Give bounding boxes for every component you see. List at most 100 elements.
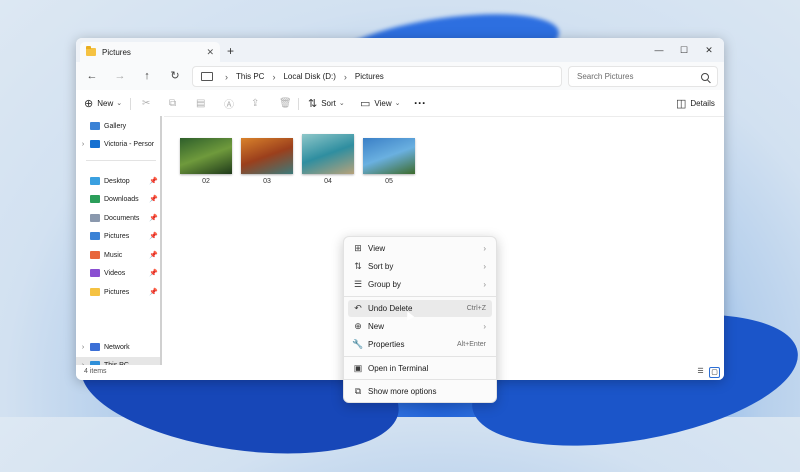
sidebar-item-music[interactable]: Music 📌 bbox=[76, 247, 160, 263]
item-count: 4 items bbox=[84, 368, 107, 375]
search-input[interactable]: Search Pictures bbox=[568, 66, 718, 87]
file-name: 05 bbox=[385, 178, 393, 185]
sidebar-item-gallery[interactable]: Gallery bbox=[76, 118, 160, 134]
back-icon[interactable]: ← bbox=[84, 68, 100, 84]
undo-icon: ↶ bbox=[354, 303, 362, 313]
new-tab-icon[interactable]: + bbox=[227, 44, 234, 58]
address-bar[interactable]: › This PC › Local Disk (D:) › Pictures bbox=[192, 66, 562, 87]
sidebar-item-desktop[interactable]: Desktop 📌 bbox=[76, 173, 160, 189]
menu-item-show-more-options[interactable]: ⧉ Show more options bbox=[348, 383, 492, 400]
menu-item-view[interactable]: ⊞ View › bbox=[348, 240, 492, 257]
gallery-icon bbox=[90, 122, 100, 130]
details-pane-icon: ◫ bbox=[676, 97, 687, 110]
sidebar-item-videos[interactable]: Videos 📌 bbox=[76, 265, 160, 281]
menu-item-new[interactable]: ⊕ New › bbox=[348, 318, 492, 335]
more-icon[interactable]: ··· bbox=[414, 95, 426, 111]
sort-icon: ⇅ bbox=[354, 261, 362, 271]
context-menu: ⊞ View › ⇅ Sort by › ☰ Group by › ↶ Undo… bbox=[343, 236, 497, 403]
sidebar-item-label: Gallery bbox=[104, 122, 127, 130]
menu-item-sort-by[interactable]: ⇅ Sort by › bbox=[348, 258, 492, 275]
paste-icon[interactable]: ▤ bbox=[196, 95, 205, 111]
tiles-view-icon[interactable]: ▢ bbox=[709, 367, 720, 378]
chevron-down-icon: ⌄ bbox=[116, 100, 123, 107]
folder-icon bbox=[86, 46, 96, 56]
sidebar-item-pictures-folder[interactable]: Pictures 📌 bbox=[76, 284, 160, 300]
divider bbox=[298, 98, 299, 110]
divider bbox=[86, 160, 156, 161]
menu-item-undo-delete[interactable]: ↶ Undo Delete Ctrl+Z bbox=[348, 300, 492, 317]
breadcrumb-local-disk[interactable]: Local Disk (D:) bbox=[283, 72, 335, 81]
file-name: 04 bbox=[324, 178, 332, 185]
chevron-right-icon[interactable]: › bbox=[76, 141, 90, 148]
breadcrumb-pictures[interactable]: Pictures bbox=[355, 72, 384, 81]
pin-icon: 📌 bbox=[149, 270, 158, 277]
view-button[interactable]: ▭ View ⌄ bbox=[360, 95, 400, 111]
pictures-icon bbox=[90, 232, 100, 240]
breadcrumb-this-pc[interactable]: This PC bbox=[236, 72, 264, 81]
details-view-icon[interactable]: ☰ bbox=[695, 367, 706, 378]
pin-icon: 📌 bbox=[149, 178, 158, 185]
chevron-down-icon: ⌄ bbox=[394, 100, 401, 107]
refresh-icon[interactable]: ↻ bbox=[167, 68, 183, 84]
sidebar-item-label: Videos bbox=[104, 269, 126, 277]
menu-item-group-by[interactable]: ☰ Group by › bbox=[348, 276, 492, 293]
sort-button[interactable]: ⇅ Sort ⌄ bbox=[308, 95, 345, 111]
sidebar-item-documents[interactable]: Documents 📌 bbox=[76, 210, 160, 226]
details-button[interactable]: ◫ Details bbox=[676, 95, 715, 111]
new-button[interactable]: ⊕ New ⌄ bbox=[84, 95, 122, 111]
sidebar-scrollbar[interactable] bbox=[160, 116, 162, 366]
rename-icon[interactable]: Ⓐ bbox=[224, 95, 234, 111]
sidebar-item-label: Downloads bbox=[104, 195, 139, 203]
terminal-icon: ▣ bbox=[353, 363, 363, 373]
pc-icon bbox=[201, 72, 213, 81]
share-icon[interactable]: ⇪ bbox=[251, 95, 259, 111]
music-icon bbox=[90, 251, 100, 259]
navigation-pane: Gallery › Victoria - Persor Desktop 📌 Do… bbox=[76, 116, 164, 373]
grid-icon: ⊞ bbox=[354, 243, 362, 253]
sidebar-item-network[interactable]: › Network bbox=[76, 339, 160, 355]
menu-item-label: View bbox=[368, 244, 386, 253]
sidebar-item-label: Victoria - Persor bbox=[104, 140, 155, 148]
menu-item-label: New bbox=[368, 322, 385, 331]
maximize-icon[interactable]: ☐ bbox=[673, 41, 695, 59]
sidebar-item-onedrive[interactable]: › Victoria - Persor bbox=[76, 136, 160, 152]
chevron-down-icon: ⌄ bbox=[338, 100, 345, 107]
menu-item-open-in-terminal[interactable]: ▣ Open in Terminal bbox=[348, 360, 492, 377]
document-icon bbox=[90, 214, 100, 222]
cut-icon[interactable]: ✂ bbox=[142, 95, 150, 111]
group-icon: ☰ bbox=[353, 279, 363, 289]
tab-pictures[interactable]: Pictures ✕ bbox=[80, 42, 220, 62]
pin-icon: 📌 bbox=[149, 233, 158, 240]
image-thumbnail bbox=[302, 134, 354, 174]
tab-label: Pictures bbox=[102, 47, 131, 57]
sidebar-item-label: Pictures bbox=[104, 232, 130, 240]
menu-item-properties[interactable]: 🔧 Properties Alt+Enter bbox=[348, 336, 492, 353]
search-icon bbox=[701, 72, 709, 81]
new-icon: ⊕ bbox=[354, 321, 362, 331]
title-bar: Pictures ✕ + — ☐ ✕ bbox=[76, 38, 724, 62]
chevron-right-icon: › bbox=[483, 244, 486, 253]
divider bbox=[344, 296, 496, 297]
copy-icon[interactable]: ⧉ bbox=[169, 95, 176, 111]
command-bar: ⊕ New ⌄ ✂ ⧉ ▤ Ⓐ ⇪ 🗑 ⇅ Sort ⌄ ▭ View ⌄ ··… bbox=[76, 90, 724, 117]
download-icon bbox=[90, 195, 100, 203]
delete-icon[interactable]: 🗑 bbox=[279, 95, 292, 111]
close-tab-icon[interactable]: ✕ bbox=[206, 47, 214, 58]
network-icon bbox=[90, 343, 100, 351]
view-label: View bbox=[374, 98, 392, 108]
close-window-icon[interactable]: ✕ bbox=[698, 41, 720, 59]
image-thumbnail bbox=[241, 138, 293, 174]
up-icon[interactable]: ↑ bbox=[139, 68, 155, 84]
sort-label: Sort bbox=[321, 98, 336, 108]
sidebar-item-pictures[interactable]: Pictures 📌 bbox=[76, 228, 160, 244]
sidebar-item-downloads[interactable]: Downloads 📌 bbox=[76, 191, 160, 207]
cloud-icon bbox=[90, 140, 100, 148]
divider bbox=[344, 379, 496, 380]
shortcut-label: Ctrl+Z bbox=[466, 305, 486, 312]
videos-icon bbox=[90, 269, 100, 277]
chevron-right-icon[interactable]: › bbox=[76, 344, 90, 351]
pin-icon: 📌 bbox=[149, 196, 158, 203]
properties-icon: 🔧 bbox=[352, 339, 364, 349]
minimize-icon[interactable]: — bbox=[648, 41, 670, 59]
forward-icon[interactable]: → bbox=[112, 68, 128, 84]
